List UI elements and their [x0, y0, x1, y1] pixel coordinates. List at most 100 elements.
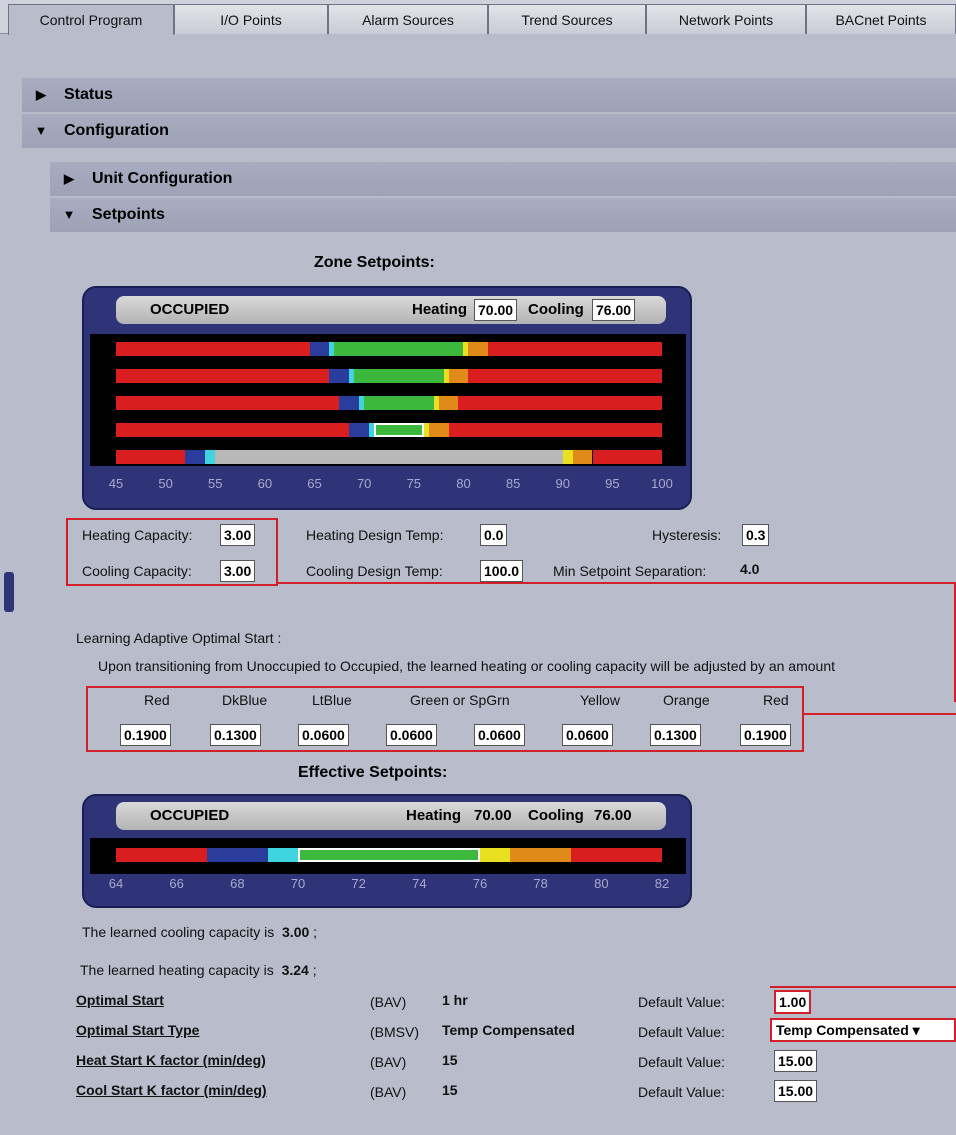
adjust-field[interactable]: 0.0600: [474, 724, 525, 746]
dropdown-value: Temp Compensated: [776, 1022, 909, 1038]
section-unit-configuration[interactable]: ▶ Unit Configuration: [50, 162, 956, 196]
default-value-label: Default Value:: [638, 1024, 725, 1040]
param-type: (BAV): [370, 1054, 407, 1070]
heating-design-temp-field[interactable]: 0.0: [480, 524, 508, 546]
axis-tick-label: 80: [456, 476, 471, 491]
effective-axis: 64 66 68 70 72 74 76 78 80 82: [90, 876, 686, 894]
heating-capacity-field[interactable]: 3.00: [220, 524, 256, 546]
adjust-field[interactable]: 0.0600: [562, 724, 613, 746]
band-segment-cyan: [205, 450, 216, 464]
axis-tick-label: 74: [412, 876, 427, 891]
section-label: Configuration: [64, 122, 169, 139]
axis-tick-label: 70: [356, 476, 372, 491]
default-value-label: Default Value:: [638, 994, 725, 1010]
heating-label: Heating: [406, 807, 462, 824]
tab-control-program[interactable]: Control Program: [8, 4, 174, 35]
axis-tick-label: 72: [351, 876, 366, 891]
cooling-setpoint-field[interactable]: 76.00: [592, 299, 636, 321]
zone-axis: 45 50 55 60 65 70 75 80 85 90 95 100: [90, 476, 686, 494]
column-red: Red: [763, 692, 789, 708]
optimal-start-default-field[interactable]: 1.00: [774, 990, 812, 1014]
param-value: 15: [442, 1052, 458, 1068]
param-value: Temp Compensated: [442, 1022, 575, 1038]
band-segment-gray: [215, 450, 563, 464]
adjust-field[interactable]: 0.1300: [650, 724, 701, 746]
axis-tick-label: 75: [406, 476, 422, 491]
band-segment-orange: [510, 848, 571, 862]
param-value: 15: [442, 1082, 458, 1098]
adjust-field[interactable]: 0.1300: [210, 724, 261, 746]
section-configuration[interactable]: ▼ Configuration: [22, 114, 956, 148]
section-label: Unit Configuration: [92, 170, 233, 187]
column-ltblue: LtBlue: [312, 692, 352, 708]
band-segment-red: [592, 450, 662, 464]
cooling-label: Cooling: [528, 807, 584, 824]
band-segment-red: [458, 396, 662, 410]
heat-start-k-factor-link[interactable]: Heat Start K factor (min/deg): [76, 1052, 266, 1068]
adjust-field[interactable]: 0.0600: [386, 724, 437, 746]
min-setpoint-separation-value: 4.0: [740, 561, 760, 577]
axis-tick-label: 90: [555, 476, 570, 491]
band-segment-blue: [329, 369, 350, 383]
axis-tick-label: 100: [651, 476, 673, 491]
highlight-line: [770, 986, 956, 988]
column-yellow: Yellow: [580, 692, 620, 708]
heating-setpoint-field[interactable]: 70.00: [474, 299, 518, 321]
tab-io-points[interactable]: I/O Points: [174, 4, 328, 34]
param-type: (BMSV): [370, 1024, 419, 1040]
axis-tick-label: 95: [605, 476, 620, 491]
default-value-label: Default Value:: [638, 1054, 725, 1070]
axis-tick-label: 80: [594, 876, 609, 891]
axis-tick-label: 64: [108, 876, 124, 891]
cool-start-default-field[interactable]: 15.00: [774, 1080, 818, 1102]
learning-description: Upon transitioning from Unoccupied to Oc…: [98, 658, 835, 674]
section-setpoints[interactable]: ▼ Setpoints: [50, 198, 956, 232]
tab-trend-sources[interactable]: Trend Sources: [488, 4, 646, 34]
band-segment-yellow: [480, 848, 511, 862]
band-segment-blue: [339, 396, 360, 410]
tab-bacnet-points[interactable]: BACnet Points: [806, 4, 956, 34]
optimal-start-link[interactable]: Optimal Start: [76, 992, 164, 1008]
band-segment-blue: [185, 450, 206, 464]
adjust-field[interactable]: 0.1900: [740, 724, 791, 746]
adjust-field[interactable]: 0.1900: [120, 724, 171, 746]
band-segment-orange: [448, 369, 469, 383]
learned-heating-value: 3.24: [281, 962, 309, 978]
triangle-right-icon: ▶: [64, 171, 74, 186]
tab-network-points[interactable]: Network Points: [646, 4, 806, 34]
column-orange: Orange: [663, 692, 710, 708]
tab-alarm-sources[interactable]: Alarm Sources: [328, 4, 488, 34]
panel-splitter-handle[interactable]: [4, 572, 14, 612]
axis-tick-label: 60: [257, 476, 273, 491]
heat-start-default-field[interactable]: 15.00: [774, 1050, 818, 1072]
band-segment-red: [448, 423, 662, 437]
band-segment-red: [488, 342, 662, 356]
band-segment-green: [364, 396, 434, 410]
param-type: (BAV): [370, 1084, 407, 1100]
hysteresis-label: Hysteresis:: [652, 527, 722, 543]
column-red: Red: [144, 692, 170, 708]
optimal-start-type-link[interactable]: Optimal Start Type: [76, 1022, 199, 1038]
band-segment-yellow: [562, 450, 573, 464]
cooling-label: Cooling: [528, 301, 584, 318]
cooling-capacity-field[interactable]: 3.00: [220, 560, 256, 582]
cooling-design-temp-field[interactable]: 100.0: [480, 560, 524, 582]
zone-setpoint-bands: [90, 334, 686, 466]
section-status[interactable]: ▶ Status: [22, 78, 956, 112]
heating-design-temp-label: Heating Design Temp:: [306, 527, 444, 543]
band-segment-orange: [572, 450, 593, 464]
section-label: Setpoints: [92, 206, 165, 223]
band-segment-blue: [349, 423, 370, 437]
optimal-start-type-dropdown[interactable]: Temp Compensated ▾: [770, 1018, 956, 1042]
highlight-line: [802, 713, 956, 715]
band-segment-red: [116, 450, 186, 464]
hysteresis-field[interactable]: 0.3: [742, 524, 770, 546]
triangle-right-icon: ▶: [36, 87, 46, 102]
section-label: Status: [64, 86, 113, 103]
adjust-field[interactable]: 0.0600: [298, 724, 349, 746]
band-segment-green: [334, 342, 464, 356]
axis-tick-label: 82: [654, 876, 670, 891]
cool-start-k-factor-link[interactable]: Cool Start K factor (min/deg): [76, 1082, 267, 1098]
learned-heating-text: The learned heating capacity is 3.24 ;: [80, 962, 317, 978]
param-value: 1 hr: [442, 992, 468, 1008]
